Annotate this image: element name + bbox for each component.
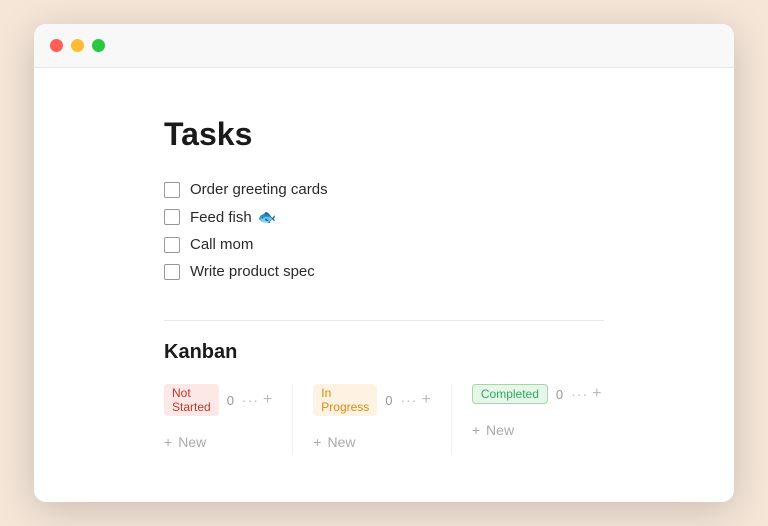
main-content: Tasks Order greeting cards Feed fish 🐟 — [34, 68, 734, 502]
kanban-column-header-completed: Completed 0 ··· + — [472, 384, 602, 404]
kanban-new-plus-icon-3: + — [472, 422, 480, 438]
minimize-button[interactable] — [71, 39, 84, 52]
kanban-new-button-not-started[interactable]: + New — [164, 430, 272, 454]
list-item: Feed fish 🐟 — [164, 208, 604, 226]
kanban-actions-in-progress: ··· + — [401, 391, 431, 409]
kanban-badge-completed: Completed — [472, 384, 548, 404]
task-list: Order greeting cards Feed fish 🐟 Call mo… — [164, 181, 604, 280]
kanban-badge-in-progress: In Progress — [313, 384, 377, 416]
kanban-dots-in-progress[interactable]: ··· — [401, 392, 418, 408]
kanban-new-button-in-progress[interactable]: + New — [313, 430, 431, 454]
kanban-actions-completed: ··· + — [571, 385, 601, 403]
list-item: Write product spec — [164, 263, 604, 280]
kanban-add-completed[interactable]: + — [592, 385, 601, 403]
task-checkbox-2[interactable] — [164, 209, 180, 225]
kanban-divider — [164, 320, 604, 321]
kanban-dots-completed[interactable]: ··· — [571, 386, 588, 402]
kanban-count-completed: 0 — [556, 387, 563, 402]
kanban-new-plus-icon-2: + — [313, 434, 321, 450]
task-checkbox-4[interactable] — [164, 264, 180, 280]
kanban-column-header-in-progress: In Progress 0 ··· + — [313, 384, 431, 416]
kanban-new-label-not-started: New — [178, 434, 206, 450]
kanban-col-divider-1 — [292, 384, 293, 454]
kanban-column-header-not-started: Not Started 0 ··· + — [164, 384, 272, 416]
kanban-new-button-completed[interactable]: + New — [472, 418, 602, 442]
kanban-col-divider-2 — [451, 384, 452, 454]
task-label-1: Order greeting cards — [190, 181, 328, 198]
list-item: Order greeting cards — [164, 181, 604, 198]
kanban-new-label-in-progress: New — [327, 434, 355, 450]
kanban-count-in-progress: 0 — [385, 393, 392, 408]
kanban-section-title: Kanban — [164, 341, 604, 364]
fish-emoji: 🐟 — [258, 208, 277, 226]
task-checkbox-1[interactable] — [164, 182, 180, 198]
titlebar — [34, 24, 734, 68]
kanban-new-label-completed: New — [486, 422, 514, 438]
kanban-add-not-started[interactable]: + — [263, 391, 272, 409]
maximize-button[interactable] — [92, 39, 105, 52]
task-checkbox-3[interactable] — [164, 237, 180, 253]
kanban-column-not-started: Not Started 0 ··· + + New — [164, 384, 292, 454]
kanban-column-completed: Completed 0 ··· + + New — [472, 384, 622, 454]
kanban-add-in-progress[interactable]: + — [422, 391, 431, 409]
kanban-badge-not-started: Not Started — [164, 384, 219, 416]
kanban-new-plus-icon: + — [164, 434, 172, 450]
page-title: Tasks — [164, 116, 604, 153]
task-label-2: Feed fish 🐟 — [190, 208, 276, 226]
kanban-dots-not-started[interactable]: ··· — [242, 392, 259, 408]
app-window: Tasks Order greeting cards Feed fish 🐟 — [34, 24, 734, 502]
task-label-3: Call mom — [190, 236, 253, 253]
close-button[interactable] — [50, 39, 63, 52]
kanban-column-in-progress: In Progress 0 ··· + + New — [313, 384, 451, 454]
task-label-4: Write product spec — [190, 263, 315, 280]
kanban-board: Not Started 0 ··· + + New In Progress — [164, 384, 604, 454]
kanban-count-not-started: 0 — [227, 393, 234, 408]
kanban-actions-not-started: ··· + — [242, 391, 272, 409]
list-item: Call mom — [164, 236, 604, 253]
